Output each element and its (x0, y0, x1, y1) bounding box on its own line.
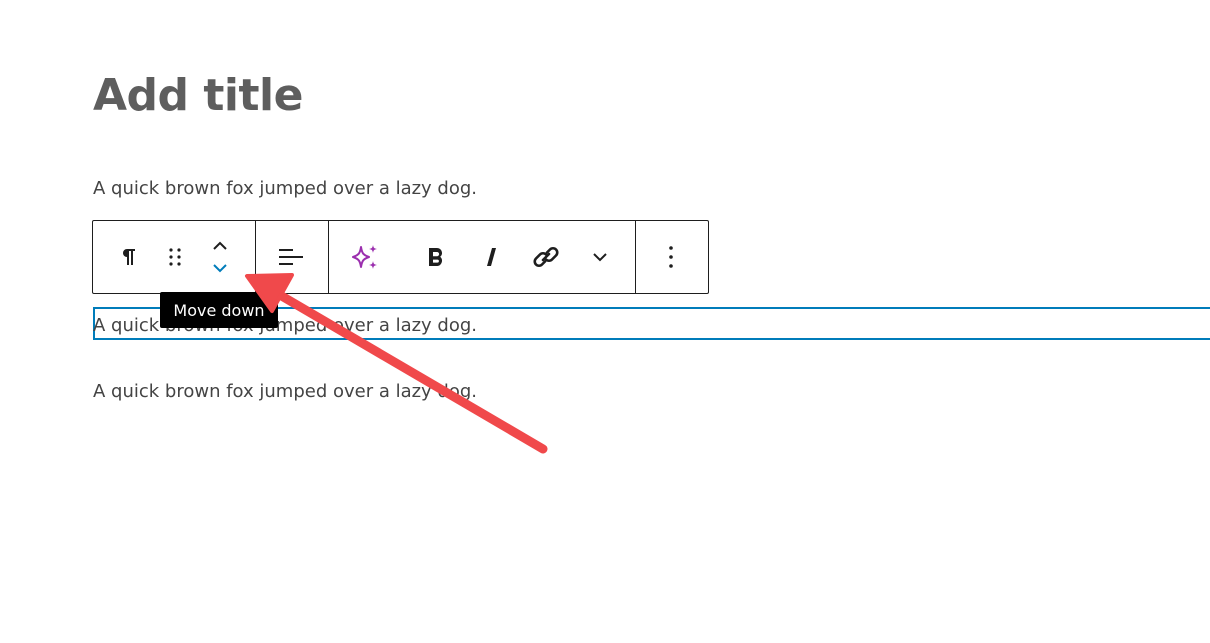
toolbar-divider (255, 221, 256, 293)
toolbar-divider (328, 221, 329, 293)
more-rich-text-controls-button[interactable] (580, 221, 620, 293)
paragraph-block-2-selected[interactable]: A quick brown fox jumped over a lazy dog… (93, 313, 477, 339)
align-button[interactable] (269, 221, 313, 293)
align-left-icon (279, 249, 303, 265)
move-down-button[interactable] (201, 257, 239, 293)
paragraph-block-3[interactable]: A quick brown fox jumped over a lazy dog… (93, 379, 477, 405)
bold-button[interactable] (415, 221, 457, 293)
block-options-button[interactable] (649, 221, 693, 293)
post-title-placeholder[interactable]: Add title (93, 66, 303, 126)
italic-button[interactable] (470, 221, 512, 293)
drag-handle-button[interactable] (155, 221, 195, 293)
toolbar-divider (635, 221, 636, 293)
chevron-down-icon (213, 264, 227, 273)
ai-assistant-button[interactable] (343, 221, 387, 293)
move-down-tooltip: Move down (160, 292, 278, 328)
chevron-down-icon (593, 253, 607, 262)
block-toolbar (92, 220, 709, 294)
more-vertical-icon (669, 246, 673, 268)
sparkles-icon (352, 245, 377, 269)
bold-icon (429, 248, 442, 266)
link-button[interactable] (524, 221, 568, 293)
paragraph-block-type-button[interactable] (107, 221, 149, 293)
pilcrow-icon (123, 249, 135, 265)
drag-handle-icon (169, 248, 181, 266)
paragraph-block-1[interactable]: A quick brown fox jumped over a lazy dog… (93, 176, 477, 202)
move-up-button[interactable] (201, 221, 239, 257)
link-icon (533, 246, 559, 268)
chevron-up-icon (213, 241, 227, 250)
italic-icon (487, 248, 496, 266)
